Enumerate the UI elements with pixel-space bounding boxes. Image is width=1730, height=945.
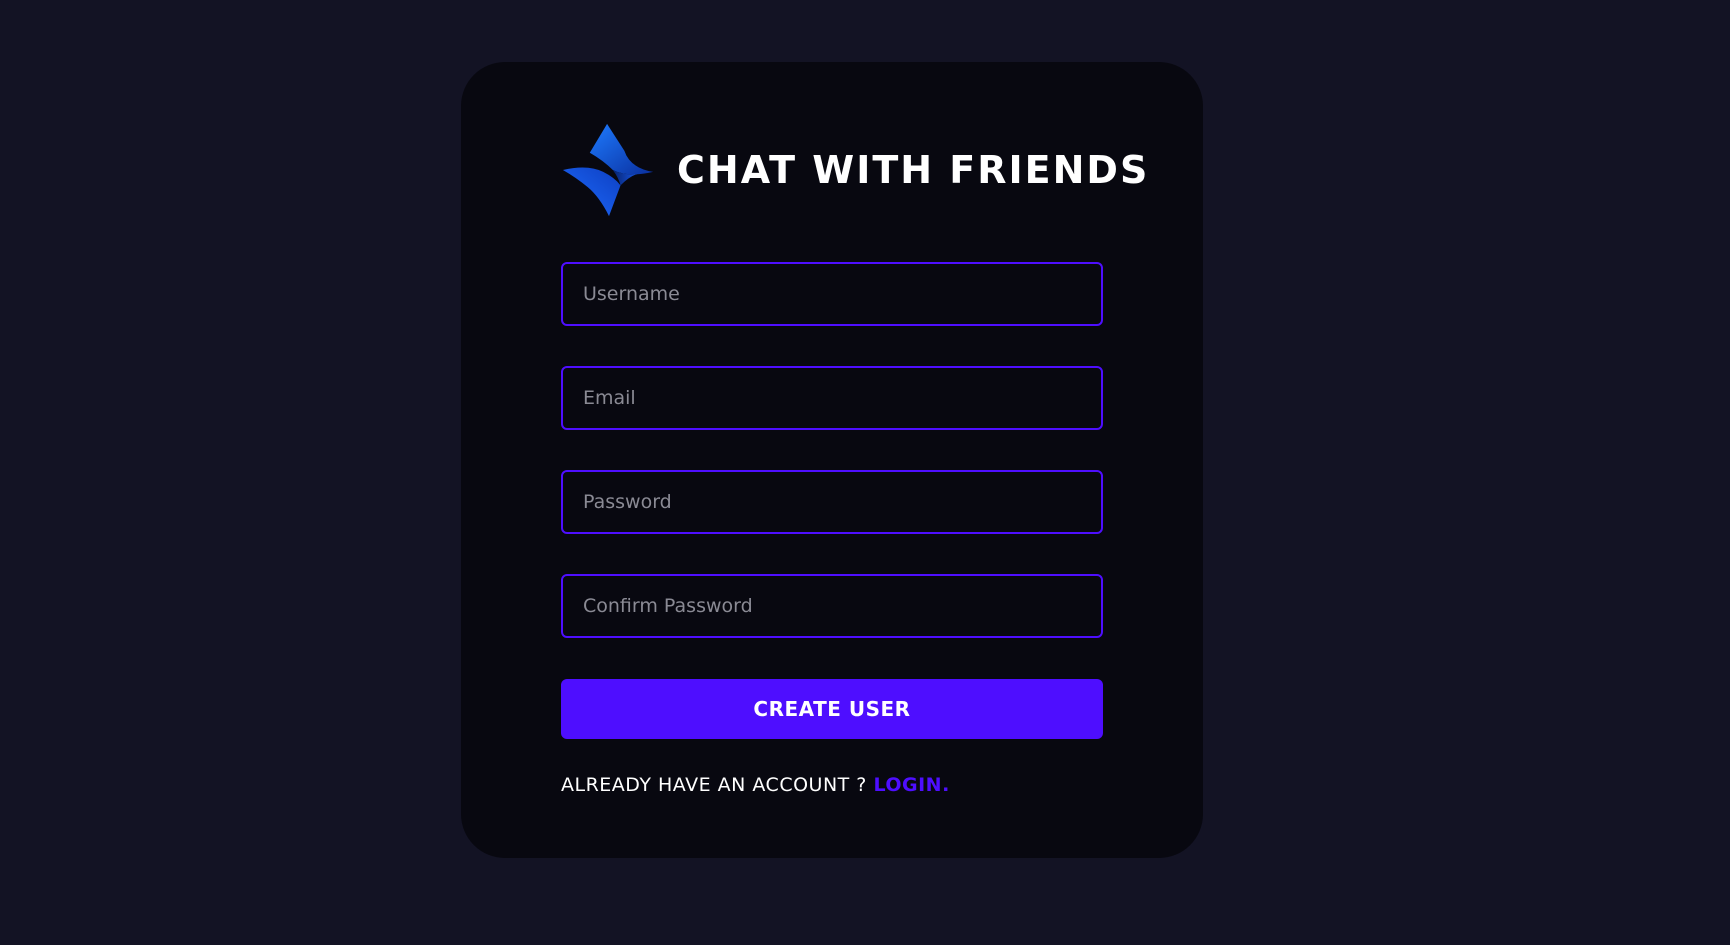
password-input[interactable] bbox=[561, 470, 1103, 534]
snap-logo-icon bbox=[562, 123, 654, 217]
register-card: CHAT WITH FRIENDS CREATE USER ALREADY HA… bbox=[461, 62, 1203, 858]
login-prompt-text: ALREADY HAVE AN ACCOUNT ? bbox=[561, 774, 874, 796]
create-user-button[interactable]: CREATE USER bbox=[561, 679, 1103, 739]
username-input[interactable] bbox=[561, 262, 1103, 326]
login-prompt: ALREADY HAVE AN ACCOUNT ? LOGIN. bbox=[561, 774, 950, 796]
confirm-password-input[interactable] bbox=[561, 574, 1103, 638]
email-input[interactable] bbox=[561, 366, 1103, 430]
brand: CHAT WITH FRIENDS bbox=[561, 120, 1149, 220]
login-link[interactable]: LOGIN. bbox=[873, 774, 949, 796]
app-title: CHAT WITH FRIENDS bbox=[677, 148, 1150, 192]
